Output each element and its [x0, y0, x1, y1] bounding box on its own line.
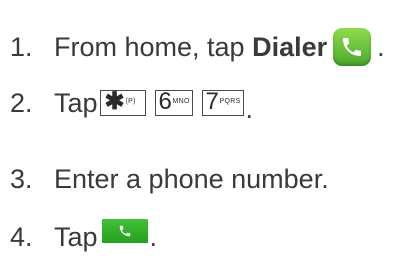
step-3: 3. Enter a phone number.: [10, 163, 329, 195]
phone-app-icon: [333, 28, 372, 66]
step-text: Tap: [54, 222, 98, 252]
step-4: 4. Tap .: [10, 219, 158, 253]
step-end: .: [245, 94, 254, 124]
key-sub: MNO: [172, 98, 190, 105]
star-key: ✱ (P): [99, 88, 146, 116]
key-main: 6: [158, 88, 172, 115]
key-sub: (P): [125, 98, 136, 105]
step-end: .: [377, 32, 385, 62]
key-6: 6 MNO: [154, 88, 193, 116]
key-main: ✱: [104, 88, 125, 115]
step-text: Tap: [54, 88, 98, 118]
step-number: 4.: [10, 222, 33, 252]
key-7: 7 PQRS: [201, 88, 244, 116]
call-button-icon: [101, 219, 148, 243]
key-sub: PQRS: [219, 98, 241, 105]
step-number: 2.: [10, 88, 33, 118]
step-text: Enter a phone number.: [54, 164, 329, 194]
step-text: From home, tap: [54, 32, 253, 62]
step-end: .: [149, 222, 158, 252]
step-2: 2. Tap ✱ (P) 6 MNO 7 PQRS .: [10, 87, 253, 124]
step-1: 1. From home, tap Dialer .: [10, 28, 385, 66]
dialer-label: Dialer: [252, 32, 328, 62]
step-number: 3.: [10, 164, 33, 194]
key-main: 7: [205, 88, 219, 115]
step-number: 1.: [10, 32, 33, 62]
